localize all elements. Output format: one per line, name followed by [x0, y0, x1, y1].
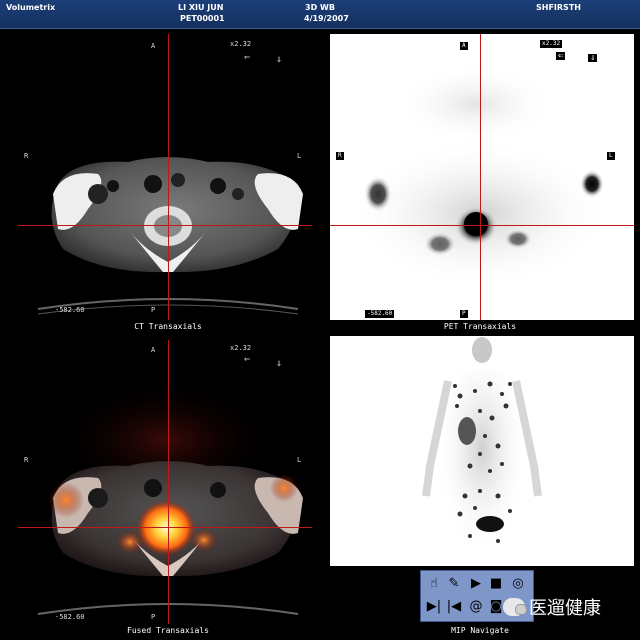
crosshair-vertical[interactable] [168, 34, 169, 320]
watermark: 医遛健康 [503, 594, 601, 620]
arrow-down-icon[interactable]: ⇓ [276, 358, 282, 369]
fused-image [37, 380, 303, 615]
zoom-readout: x2.32 [230, 40, 252, 48]
left-label: L [297, 152, 302, 160]
skip-forward-icon[interactable]: ▶| [425, 597, 443, 615]
crosshair-vertical[interactable] [168, 340, 169, 624]
fused-caption: Fused Transaxials [127, 626, 209, 635]
posterior-label: P [151, 306, 156, 314]
arrow-down-icon[interactable]: ⇓ [588, 54, 598, 63]
patient-id: PET00001 [180, 14, 225, 23]
study-date: 4/19/2007 [304, 14, 349, 23]
pet-caption: PET Transaxials [443, 322, 517, 331]
play-icon[interactable]: ▶ [467, 574, 485, 592]
mip-image [422, 337, 542, 566]
stop-icon[interactable]: ■ [487, 574, 505, 592]
arrow-left-icon[interactable]: ⇐ [244, 354, 250, 365]
study-header-bar: Volumetrix LI XIU JUN PET00001 3D WB 4/1… [0, 0, 640, 29]
right-label: R [336, 152, 344, 160]
right-label: R [24, 456, 29, 464]
spiral-icon[interactable]: @ [467, 597, 485, 615]
slice-position: -582.60 [55, 306, 85, 314]
crosshair-vertical[interactable] [480, 34, 481, 320]
crosshair-horizontal[interactable] [18, 527, 312, 528]
mip-caption: MIP Navigate [451, 626, 509, 635]
anterior-label: A [151, 42, 156, 50]
posterior-label: P [151, 613, 156, 621]
fused-transaxial-viewport[interactable]: A x2.32 ⇐ ⇓ R L -582.60 P [18, 340, 312, 624]
user-name: SHFIRSTH [536, 3, 581, 12]
target-icon[interactable]: ◎ [509, 574, 527, 592]
skip-back-icon[interactable]: |◀ [445, 597, 463, 615]
pet-image [350, 64, 610, 289]
arrow-left-icon[interactable]: ⇐ [244, 52, 250, 63]
anterior-label: A [151, 346, 156, 354]
ct-caption: CT Transaxials [134, 322, 202, 331]
right-label: R [24, 152, 29, 160]
watermark-text: 医遛健康 [529, 598, 601, 619]
slice-position: -582.60 [365, 310, 395, 318]
left-label: L [607, 152, 615, 160]
pen-icon[interactable]: ✎ [445, 574, 463, 592]
zoom-readout: x2.32 [540, 40, 563, 48]
posterior-label: P [460, 310, 468, 318]
hand-select-icon[interactable]: ☝ [425, 574, 443, 592]
crosshair-horizontal[interactable] [330, 225, 634, 226]
study-type: 3D WB [305, 3, 335, 12]
app-title: Volumetrix [6, 3, 56, 12]
wechat-icon [503, 598, 527, 616]
mip-navigate-viewport[interactable] [330, 336, 634, 566]
patient-name: LI XIU JUN [178, 3, 224, 12]
crosshair-horizontal[interactable] [18, 225, 312, 226]
ct-transaxial-viewport[interactable]: A x2.32 ⇐ ⇓ R L -582.60 P [18, 34, 312, 320]
arrow-down-icon[interactable]: ⇓ [276, 54, 282, 65]
ct-image [37, 157, 303, 315]
pet-transaxial-viewport[interactable]: A x2.32 ⇐ ⇓ R L -582.60 P [330, 34, 634, 320]
left-label: L [297, 456, 302, 464]
arrow-left-icon[interactable]: ⇐ [556, 52, 566, 61]
zoom-readout: x2.32 [230, 344, 252, 352]
slice-position: -582.60 [55, 613, 85, 621]
anterior-label: A [460, 42, 468, 50]
